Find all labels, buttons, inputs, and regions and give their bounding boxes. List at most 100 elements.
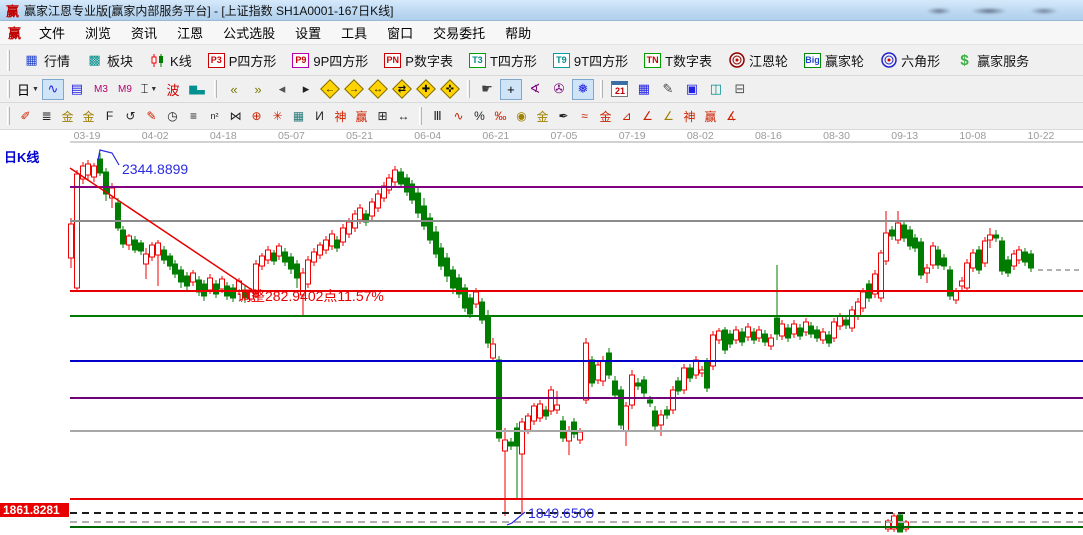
toolbar-button-winner-wheel[interactable]: Big赢家轮: [796, 48, 872, 73]
next-bar-button[interactable]: ▸: [295, 79, 317, 100]
expand-h-button[interactable]: ↔: [367, 79, 389, 100]
wave-tool-button[interactable]: 波: [162, 79, 184, 100]
print-button[interactable]: ⊟: [729, 79, 751, 100]
toolbar-button-kline[interactable]: K线: [141, 48, 200, 73]
period-selector-button[interactable]: 日▼: [16, 79, 40, 100]
star-rays-button[interactable]: ✳: [268, 107, 287, 126]
toolbar-button-hexagon[interactable]: 六角形: [872, 48, 948, 73]
pattern-finder-button[interactable]: ❅: [572, 79, 594, 100]
brush-button[interactable]: ✒: [554, 107, 573, 126]
app-window: 赢 赢家江恩专业版[赢家内部服务平台] - [上证指数 SH1A0001-167…: [0, 0, 1083, 535]
save-web-button[interactable]: ◫: [705, 79, 727, 100]
wave-9-button[interactable]: M9: [114, 79, 136, 100]
shen-tool-button[interactable]: 神: [331, 107, 350, 126]
menu-item-3[interactable]: 江恩: [167, 20, 213, 45]
menu-item-4[interactable]: 公式选股: [213, 20, 285, 45]
toolbar-button-t-table[interactable]: TNT数字表: [636, 48, 720, 73]
zoom-all-button[interactable]: ✜: [439, 79, 461, 100]
circle-cross-button[interactable]: ⊕: [247, 107, 266, 126]
crosshair-tool-button[interactable]: +: [500, 79, 522, 100]
wave-percent-button[interactable]: ∿: [449, 107, 468, 126]
low-price-annotation[interactable]: 1849.6500: [528, 505, 594, 521]
toolbar-button-quotes[interactable]: ▦行情: [15, 48, 78, 73]
angle-ying-button[interactable]: 赢: [701, 107, 720, 126]
menu-item-2[interactable]: 资讯: [121, 20, 167, 45]
coin-button[interactable]: 金: [533, 107, 552, 126]
calendar-button[interactable]: 21: [609, 79, 631, 100]
angle-measure-button[interactable]: ∢: [524, 79, 546, 100]
pen-red-button[interactable]: ✎: [142, 107, 161, 126]
last-bar-button[interactable]: »: [247, 79, 269, 100]
angle-shen-button[interactable]: 神: [680, 107, 699, 126]
toolbar-grip[interactable]: [7, 107, 10, 125]
first-bar-button[interactable]: «: [223, 79, 245, 100]
menu-item-7[interactable]: 窗口: [377, 20, 423, 45]
dropdown-caret-icon: ▼: [150, 86, 157, 93]
angle-f-button[interactable]: ∠: [638, 107, 657, 126]
permille-button[interactable]: ‰: [491, 107, 510, 126]
save-web-icon: ◫: [710, 81, 722, 97]
date-tick-06-04: 06-04: [414, 130, 441, 142]
wave-line-button[interactable]: ≈: [575, 107, 594, 126]
histogram-button[interactable]: ▆▃: [186, 79, 208, 100]
coin-red-button[interactable]: 金: [596, 107, 615, 126]
notes-button[interactable]: ✎: [657, 79, 679, 100]
wave-3-button[interactable]: M3: [90, 79, 112, 100]
bars-tool-button[interactable]: Ⅲ: [428, 107, 447, 126]
percent-button[interactable]: %: [470, 107, 489, 126]
gann-grid-button[interactable]: ≣: [37, 107, 56, 126]
candle-style-button[interactable]: ⌶▼: [138, 79, 160, 100]
retracement-annotation[interactable]: 调整282.9402点11.57%: [237, 288, 384, 304]
time-wheel-button[interactable]: ◷: [163, 107, 182, 126]
toolbar-button-9t-square[interactable]: T99T四方形: [545, 48, 636, 73]
grid-box-button[interactable]: ▦: [289, 107, 308, 126]
toolbar-button-9p-square[interactable]: P99P四方形: [284, 48, 376, 73]
menu-item-0[interactable]: 文件: [29, 20, 75, 45]
toolbar-button-gann-wheel[interactable]: 江恩轮: [720, 48, 796, 73]
menu-item-5[interactable]: 设置: [285, 20, 331, 45]
pulse-mark-button[interactable]: И: [310, 107, 329, 126]
toolbar-button-p-square[interactable]: P3P四方形: [200, 48, 285, 73]
gann-shape-tool-button[interactable]: ✇: [548, 79, 570, 100]
shift-left-button[interactable]: ←: [319, 79, 341, 100]
zoom-in-button[interactable]: ✚: [415, 79, 437, 100]
fan-tool-button[interactable]: ∡: [722, 107, 741, 126]
ying-tool-button[interactable]: 赢: [352, 107, 371, 126]
comb-lines-button[interactable]: ≡: [184, 107, 203, 126]
prev-bar-button[interactable]: ◂: [271, 79, 293, 100]
calculator-button[interactable]: ▦: [633, 79, 655, 100]
high-price-annotation[interactable]: 2344.8899: [122, 161, 188, 177]
toolbar-button-sectors[interactable]: ▩板块: [78, 48, 141, 73]
prev-bar-icon: ◂: [279, 81, 286, 97]
span-arrow-button[interactable]: ↔: [394, 107, 413, 126]
list-doc-button[interactable]: ▤: [66, 79, 88, 100]
angle-line-button[interactable]: ⊿: [617, 107, 636, 126]
swap-view-button[interactable]: ⇄: [391, 79, 413, 100]
candlestick-chart[interactable]: 03-1904-0204-1805-0705-2106-0406-2107-05…: [0, 130, 1083, 533]
title-bar[interactable]: 赢 赢家江恩专业版[赢家内部服务平台] - [上证指数 SH1A0001-167…: [0, 0, 1083, 21]
toolbar-grip[interactable]: [7, 50, 10, 71]
gold-ratio-1-button[interactable]: 金: [58, 107, 77, 126]
gold-ratio-2-button[interactable]: 金: [79, 107, 98, 126]
menu-item-1[interactable]: 浏览: [75, 20, 121, 45]
zigzag-tool-button[interactable]: ∿: [42, 79, 64, 100]
menu-item-8[interactable]: 交易委托: [423, 20, 495, 45]
shift-right-button[interactable]: →: [343, 79, 365, 100]
n-square-button[interactable]: n²: [205, 107, 224, 126]
fibonacci-button[interactable]: F: [100, 107, 119, 126]
menu-item-6[interactable]: 工具: [331, 20, 377, 45]
quotes-icon: ▦: [23, 52, 40, 68]
toolbar-button-p-table[interactable]: PNP数字表: [376, 48, 461, 73]
toolbar-button-t-square[interactable]: T3T四方形: [461, 48, 545, 73]
save-button[interactable]: ▣: [681, 79, 703, 100]
spiral-button[interactable]: ↺: [121, 107, 140, 126]
knife-tool-button[interactable]: ✐: [16, 107, 35, 126]
hand-tool-button[interactable]: ☛: [476, 79, 498, 100]
toolbar-grip[interactable]: [7, 80, 10, 98]
menu-item-9[interactable]: 帮助: [495, 20, 541, 45]
angle-gold-button[interactable]: ∠: [659, 107, 678, 126]
toolbar-button-winner-service[interactable]: $赢家服务: [948, 48, 1037, 73]
coin-circle-button[interactable]: ◉: [512, 107, 531, 126]
angle-pair-button[interactable]: ⋈: [226, 107, 245, 126]
ruler-grid-button[interactable]: ⊞: [373, 107, 392, 126]
